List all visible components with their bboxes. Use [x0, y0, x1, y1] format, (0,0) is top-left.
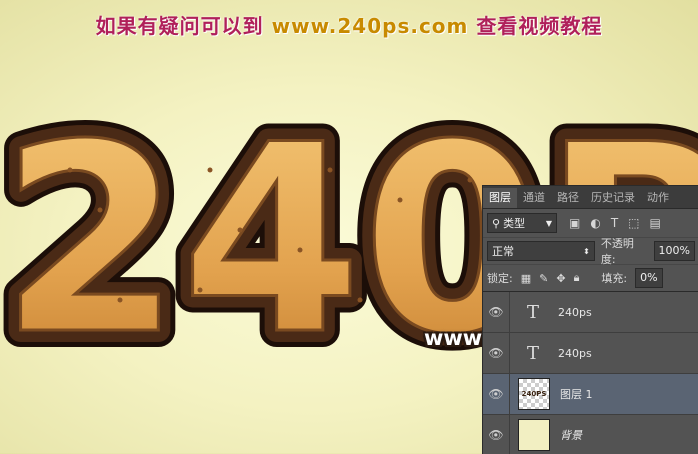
image-filter-icon[interactable]: ▣ — [569, 216, 580, 230]
lock-row: 锁定: ▦ ✎ ✥ 🔒︎ 填充: 0% — [483, 264, 698, 291]
eye-icon[interactable]: 👁︎ — [483, 374, 510, 414]
chevron-down-icon: ▼ — [545, 218, 552, 228]
text-layer-icon: T — [526, 301, 539, 323]
blend-mode-value: 正常 — [492, 245, 514, 258]
filter-row: ⚲ 类型 ▼ ▣ ◐ T ⬚ ▤ — [483, 209, 698, 237]
filter-kind-dropdown[interactable]: ⚲ 类型 ▼ — [487, 213, 557, 233]
panel-tabs: 图层 通道 路径 历史记录 动作 — [483, 186, 698, 209]
layer-row[interactable]: 👁︎ T 240ps — [483, 292, 698, 333]
tab-paths[interactable]: 路径 — [551, 188, 585, 208]
lock-transparent-icon[interactable]: ▦ — [521, 272, 531, 285]
eye-icon[interactable]: 👁︎ — [483, 415, 510, 454]
adjust-filter-icon[interactable]: ◐ — [590, 216, 600, 230]
tab-channels[interactable]: 通道 — [517, 188, 551, 208]
search-icon: ⚲ — [492, 216, 501, 230]
blend-mode-dropdown[interactable]: 正常 ⬍ — [487, 241, 595, 261]
filter-icons: ▣ ◐ T ⬚ ▤ — [569, 216, 661, 230]
layers-list: 👁︎ T 240ps 👁︎ T 240ps 👁︎ 240PS 图层 1 👁︎ 背… — [483, 291, 698, 454]
layer-row[interactable]: 👁︎ T 240ps — [483, 333, 698, 374]
layer-name: 240ps — [558, 305, 592, 319]
eye-icon[interactable]: 👁︎ — [483, 333, 510, 373]
type-filter-icon[interactable]: T — [611, 216, 618, 230]
chevron-down-icon: ⬍ — [583, 246, 590, 256]
lock-label: 锁定: — [487, 272, 513, 285]
fill-label: 填充: — [601, 272, 628, 285]
lock-all-icon[interactable]: 🔒︎ — [574, 271, 580, 285]
text-layer-icon: T — [526, 342, 539, 364]
layer-thumbnail: 240PS — [518, 378, 550, 410]
tab-actions[interactable]: 动作 — [641, 188, 675, 208]
background-thumbnail — [518, 419, 550, 451]
layer-name: 背景 — [560, 429, 582, 442]
layer-row[interactable]: 👁︎ 背景 — [483, 415, 698, 454]
layer-name: 图层 1 — [560, 388, 593, 401]
lock-move-icon[interactable]: ✥ — [556, 272, 565, 285]
layer-thumbnail-text: 240PS — [521, 390, 547, 398]
fill-input[interactable]: 0% — [635, 268, 663, 288]
opacity-input[interactable]: 100% — [653, 241, 695, 261]
tab-layers[interactable]: 图层 — [483, 188, 517, 208]
lock-paint-icon[interactable]: ✎ — [539, 272, 548, 285]
smart-filter-icon[interactable]: ▤ — [650, 216, 661, 230]
blend-row: 正常 ⬍ 不透明度: 100% — [483, 237, 698, 266]
filter-kind-label: 类型 — [503, 217, 526, 230]
layer-name: 240ps — [558, 346, 592, 360]
shape-filter-icon[interactable]: ⬚ — [628, 216, 639, 230]
layer-row-selected[interactable]: 👁︎ 240PS 图层 1 — [483, 374, 698, 415]
eye-icon[interactable]: 👁︎ — [483, 292, 510, 332]
tab-history[interactable]: 历史记录 — [585, 188, 641, 208]
opacity-label: 不透明度: — [600, 237, 634, 266]
layers-panel: 图层 通道 路径 历史记录 动作 ⚲ 类型 ▼ ▣ ◐ T ⬚ ▤ 正常 ⬍ 不… — [482, 185, 698, 454]
